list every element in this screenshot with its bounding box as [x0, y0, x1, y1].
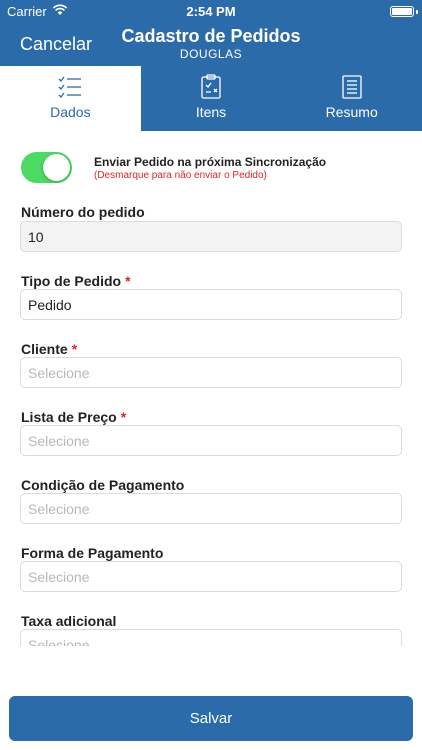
additional-fee-field[interactable]: Selecione: [20, 629, 402, 646]
required-marker: *: [125, 273, 131, 289]
order-type-field[interactable]: Pedido: [20, 289, 402, 320]
tab-label: Dados: [50, 104, 91, 120]
tab-dados[interactable]: Dados: [0, 66, 141, 131]
status-time: 2:54 PM: [186, 4, 236, 19]
field-label-condicao: Condição de Pagamento: [21, 477, 185, 493]
order-number-field: 10: [20, 221, 402, 252]
customer-field[interactable]: Selecione: [20, 357, 402, 388]
document-icon: [339, 74, 365, 100]
battery-icon: [390, 6, 414, 17]
sync-toggle-label: Enviar Pedido na próxima Sincronização: [94, 155, 327, 169]
payment-method-field[interactable]: Selecione: [20, 561, 402, 592]
tab-bar: Dados Itens Resumo: [0, 66, 422, 131]
sync-toggle[interactable]: [21, 152, 72, 183]
field-label-tipo: Tipo de Pedido *: [21, 273, 131, 289]
field-label-taxa: Taxa adicional: [21, 613, 117, 629]
field-label-forma: Forma de Pagamento: [21, 545, 164, 561]
field-label-numero: Número do pedido: [21, 204, 145, 220]
status-bar: Carrier 2:54 PM: [0, 0, 422, 22]
payment-condition-field[interactable]: Selecione: [20, 493, 402, 524]
form-content: Enviar Pedido na próxima Sincronização (…: [0, 131, 422, 646]
required-marker: *: [120, 409, 127, 425]
toggle-knob: [43, 154, 70, 181]
checklist-icon: [57, 74, 83, 100]
price-list-field[interactable]: Selecione: [20, 425, 402, 456]
save-button[interactable]: Salvar: [9, 696, 413, 741]
field-label-cliente: Cliente *: [21, 341, 78, 357]
tab-label: Itens: [195, 104, 227, 120]
battery-tip: [416, 10, 418, 14]
clipboard-icon: [198, 74, 224, 100]
page-title: Cadastro de Pedidos: [121, 26, 301, 46]
field-label-lista-preco: Lista de Preço *: [21, 409, 127, 425]
page-subtitle: DOUGLAS: [179, 47, 243, 61]
sync-toggle-hint: (Desmarque para não enviar o Pedido): [94, 170, 267, 181]
bottom-bar: Salvar: [0, 646, 422, 750]
tab-resumo[interactable]: Resumo: [281, 66, 422, 131]
tab-label: Resumo: [325, 104, 378, 120]
tab-itens[interactable]: Itens: [140, 66, 282, 131]
navigation-bar: Cancelar Cadastro de Pedidos DOUGLAS: [0, 22, 422, 66]
required-marker: *: [71, 341, 78, 357]
